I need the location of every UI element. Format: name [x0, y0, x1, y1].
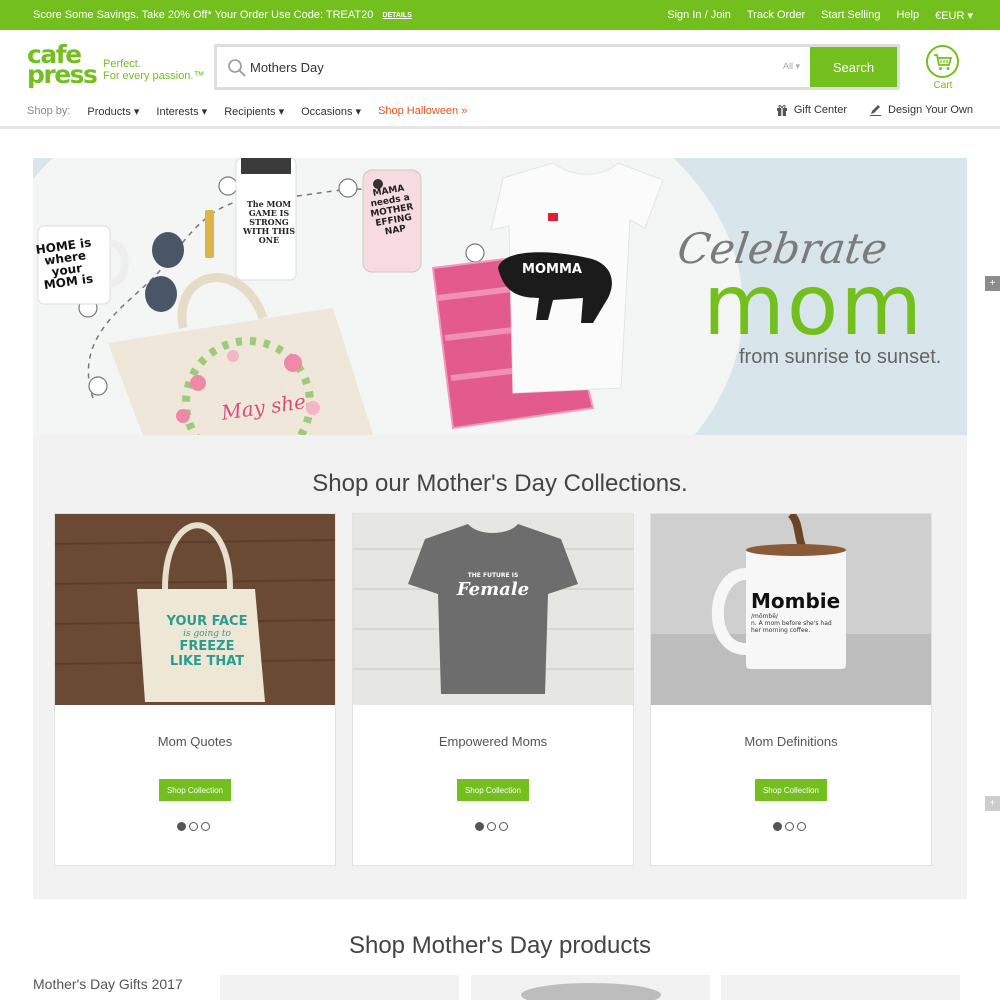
search-button[interactable]: Search [810, 47, 897, 87]
shop-collection-button[interactable]: Shop Collection [159, 779, 231, 801]
hero-mug-text: HOME is where your MOM is [34, 235, 95, 293]
collection-image-tote: YOUR FACE is going to FREEZE LIKE THAT [55, 514, 335, 705]
mug-line-2: /mŏmbē/ [751, 613, 778, 620]
gift-icon [776, 104, 787, 116]
nav-right-links: Gift Center Design Your Own [754, 103, 973, 116]
carousel-dot[interactable] [201, 822, 210, 831]
product-thumbnail[interactable] [471, 975, 710, 1000]
carousel-dots [773, 822, 806, 831]
collection-card-empowered-moms[interactable]: THE FUTURE IS Female Empowered Moms Shop… [352, 513, 634, 866]
products-sidebar-item[interactable]: Mother's Day Gifts 2017 [33, 976, 183, 992]
hero-banner[interactable]: HOME is where your MOM is The MOM GAME I… [33, 158, 967, 435]
header-divider [0, 126, 1000, 129]
nav-shop-halloween[interactable]: Shop Halloween » [378, 105, 467, 117]
collections-section: Shop our Mother's Day Collections. YOUR … [33, 435, 967, 899]
main-nav: Shop by: Products ▾ Interests ▾ Recipien… [27, 104, 484, 118]
collection-title: Mom Definitions [744, 734, 838, 749]
products-title: Shop Mother's Day products [348, 932, 652, 959]
carousel-dot[interactable] [189, 822, 198, 831]
help-link[interactable]: Help [896, 9, 919, 22]
design-your-own-link[interactable]: Design Your Own [869, 103, 973, 116]
collection-title: Mom Quotes [157, 734, 233, 749]
tshirt-line-1: THE FUTURE IS [467, 572, 519, 579]
shop-collection-button[interactable]: Shop Collection [457, 779, 529, 801]
collection-card-mom-definitions[interactable]: Mombie /mŏmbē/ n. A mom before she's had… [650, 513, 932, 866]
carousel-dot[interactable] [177, 822, 186, 831]
mug-line-3: n. A mom before she's had [751, 620, 832, 627]
hero-subheadline: from sunrise to sunset. [739, 346, 942, 368]
collection-image-tshirt: THE FUTURE IS Female [353, 514, 633, 705]
product-thumbnail[interactable] [220, 975, 459, 1000]
nav-products[interactable]: Products ▾ [87, 105, 139, 118]
carousel-dots [177, 822, 210, 831]
gift-center-link[interactable]: Gift Center [776, 104, 847, 116]
search-icon [228, 59, 246, 77]
side-expand-icon[interactable]: + [985, 796, 1000, 811]
logo-tagline-1: Perfect. [103, 58, 141, 70]
carousel-dot[interactable] [499, 822, 508, 831]
cart-icon [926, 45, 959, 78]
logo-word-bottom: press [27, 60, 98, 89]
carousel-dots [475, 822, 508, 831]
search-input[interactable] [250, 55, 770, 79]
tote-line-4: LIKE THAT [169, 654, 245, 669]
carousel-dot[interactable] [797, 822, 806, 831]
promo-bar: Score Some Savings. Take 20% Off* Your O… [0, 0, 1000, 30]
collection-card-mom-quotes[interactable]: YOUR FACE is going to FREEZE LIKE THAT M… [54, 513, 336, 866]
carousel-dot[interactable] [475, 822, 484, 831]
hero-bottle-text: The MOM GAME IS STRONG WITH THIS ONE [242, 199, 296, 245]
hero-headline-mom: mom [703, 256, 925, 354]
pencil-icon [870, 105, 881, 116]
logo-wordmark: cafe press [27, 42, 98, 89]
cart-button[interactable]: Cart [926, 45, 960, 91]
search-category-select[interactable]: All ▾ [783, 61, 800, 72]
promo-message: Score Some Savings. Take 20% Off* Your O… [33, 9, 412, 21]
promo-details-link[interactable]: DETAILS [382, 12, 411, 19]
tshirt-text: THE FUTURE IS Female [453, 572, 533, 600]
nav-recipients[interactable]: Recipients ▾ [224, 105, 284, 118]
cafepress-logo[interactable]: cafe press Perfect. For every passion.™ [27, 42, 207, 91]
carousel-dot[interactable] [785, 822, 794, 831]
cart-label: Cart [933, 80, 953, 91]
mug-line-4: her morning coffee. [751, 627, 811, 634]
collections-title: Shop our Mother's Day Collections. [312, 470, 688, 497]
shop-by-label: Shop by: [27, 105, 71, 117]
tshirt-line-2: Female [456, 579, 530, 600]
sign-in-link[interactable]: Sign In / Join [667, 9, 731, 22]
tote-line-3: FREEZE [179, 639, 235, 654]
hero-shirt-text: MOMMA [522, 262, 582, 277]
logo-tagline-2: For every passion.™ [103, 70, 205, 82]
logo-tagline: Perfect. For every passion.™ [103, 58, 204, 82]
mug-line-1: Mombie [751, 589, 841, 613]
utility-links: Sign In / Join Track Order Start Selling… [651, 9, 973, 22]
gift-center-label: Gift Center [793, 103, 847, 116]
collection-title: Empowered Moms [438, 734, 548, 749]
nav-interests[interactable]: Interests ▾ [156, 105, 207, 118]
mug-text: Mombie /mŏmbē/ n. A mom before she's had… [751, 589, 851, 634]
promo-text: Score Some Savings. Take 20% Off* Your O… [33, 9, 374, 21]
product-thumbnail[interactable] [721, 975, 960, 1000]
design-your-own-label: Design Your Own [888, 103, 973, 116]
carousel-dot[interactable] [773, 822, 782, 831]
start-selling-link[interactable]: Start Selling [821, 9, 880, 22]
hero-phone-text: MAMA needs a MOTHER EFFING NAP [369, 183, 415, 238]
currency-selector[interactable]: €EUR ▾ [935, 9, 973, 22]
nav-occasions[interactable]: Occasions ▾ [301, 105, 361, 118]
carousel-dot[interactable] [487, 822, 496, 831]
tote-line-2: is going to [183, 629, 231, 639]
tote-line-1: YOUR FACE [166, 614, 248, 629]
collection-image-mug: Mombie /mŏmbē/ n. A mom before she's had… [651, 514, 931, 705]
tote-quote-text: YOUR FACE is going to FREEZE LIKE THAT [147, 614, 267, 669]
search-bar: All ▾ Search [214, 44, 900, 90]
track-order-link[interactable]: Track Order [747, 9, 805, 22]
shop-collection-button[interactable]: Shop Collection [755, 779, 827, 801]
side-expand-icon[interactable]: + [985, 276, 1000, 291]
